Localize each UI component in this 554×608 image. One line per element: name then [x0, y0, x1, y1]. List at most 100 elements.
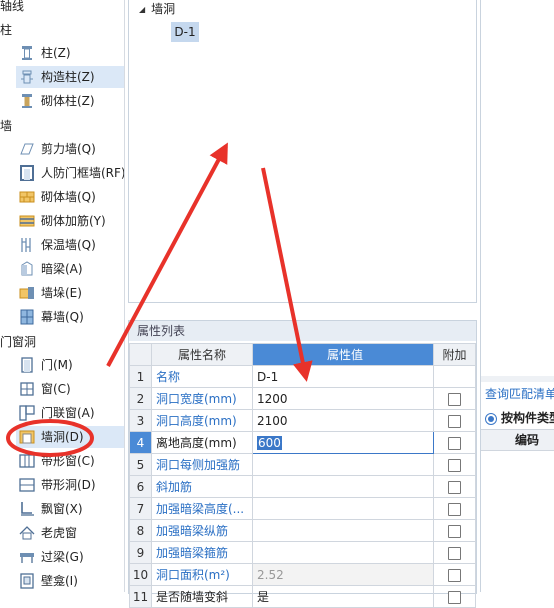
property-name: 洞口宽度(mm)	[151, 387, 253, 410]
column-header-extra[interactable]: 附加	[433, 343, 476, 366]
table-row[interactable]: 9 加强暗梁箍筋	[129, 541, 476, 564]
property-value[interactable]: 1200	[252, 387, 434, 410]
property-value[interactable]: 是	[252, 585, 434, 608]
column-header-name[interactable]: 属性名称	[151, 343, 253, 366]
column-header-index	[129, 343, 152, 366]
shear-wall-icon	[20, 143, 34, 155]
property-name: 是否随墙变斜	[151, 585, 253, 608]
extra-checkbox[interactable]	[448, 502, 461, 516]
property-table: 属性名称 属性值 附加 1 名称 D-1 2 洞口宽度(mm) 1200 3 洞…	[129, 343, 476, 608]
extra-checkbox[interactable]	[448, 524, 461, 538]
property-value[interactable]	[252, 475, 434, 498]
table-row[interactable]: 11 是否随墙变斜 是	[129, 585, 476, 608]
tree-item-lintel[interactable]: 过梁(G)	[16, 546, 124, 568]
row-index: 8	[129, 519, 152, 542]
collapse-triangle-icon[interactable]: ◢	[139, 5, 145, 14]
tree-item-constructional-column[interactable]: 构造柱(Z)	[16, 66, 124, 88]
extra-checkbox[interactable]	[448, 392, 461, 406]
bay-window-icon	[21, 502, 34, 516]
strip-window-icon	[19, 454, 35, 468]
curtain-wall-icon	[20, 309, 34, 325]
tree-item-insulation-wall[interactable]: 保温墙(Q)	[16, 234, 124, 256]
extra-checkbox[interactable]	[448, 458, 461, 472]
property-value[interactable]	[252, 453, 434, 476]
insulation-wall-icon	[21, 238, 31, 252]
code-column-header: 编码	[481, 429, 554, 451]
tree-item-label: 砌体加筋(Y)	[41, 214, 106, 228]
masonry-wall-icon	[19, 191, 35, 203]
property-name: 洞口高度(mm)	[151, 409, 253, 432]
tree-item-door[interactable]: 门(M)	[16, 354, 124, 376]
extra-cell	[433, 563, 476, 586]
tree-item-masonry-column[interactable]: 砌体柱(Z)	[16, 90, 124, 112]
table-row-active[interactable]: 4 离地高度(mm) 600	[129, 431, 476, 454]
property-value[interactable]: 2100	[252, 409, 434, 432]
group-doors-windows-openings[interactable]: 门窗洞	[0, 332, 36, 352]
property-value[interactable]	[252, 519, 434, 542]
tree-item-window[interactable]: 窗(C)	[16, 378, 124, 400]
group-column[interactable]: 柱	[0, 20, 12, 40]
table-row[interactable]: 5 洞口每侧加强筋	[129, 453, 476, 476]
tree-item-wall-opening[interactable]: 墙洞(D)	[16, 426, 124, 448]
property-value[interactable]	[252, 497, 434, 520]
extra-cell	[433, 409, 476, 432]
tree-item-hidden-beam[interactable]: 暗梁(A)	[16, 258, 124, 280]
selected-value-text[interactable]: 600	[257, 435, 282, 450]
extra-cell	[433, 365, 476, 388]
tree-item-civil-defense-wall[interactable]: 人防门框墙(RF)	[16, 162, 124, 184]
tree-node-label: 墙洞	[151, 2, 176, 16]
lintel-icon	[20, 553, 34, 563]
tree-item-label: 柱(Z)	[41, 46, 71, 60]
table-row[interactable]: 8 加强暗梁纵筋	[129, 519, 476, 542]
extra-cell	[433, 585, 476, 608]
tree-item-column[interactable]: 柱(Z)	[16, 42, 124, 64]
table-header-row: 属性名称 属性值 附加	[129, 343, 476, 366]
tree-item-curtain-wall[interactable]: 幕墙(Q)	[16, 306, 124, 328]
group-axis[interactable]: 轴线	[0, 0, 24, 16]
table-row[interactable]: 6 斜加筋	[129, 475, 476, 498]
tree-item-wall-pier[interactable]: 墙垛(E)	[16, 282, 124, 304]
extra-checkbox[interactable]	[448, 546, 461, 560]
extra-cell	[433, 541, 476, 564]
tree-item-strip-window[interactable]: 带形窗(C)	[16, 450, 124, 472]
extra-checkbox[interactable]	[448, 568, 461, 582]
property-value[interactable]: D-1	[252, 365, 434, 388]
property-panel-title: 属性列表	[129, 321, 476, 341]
table-row[interactable]: 3 洞口高度(mm) 2100	[129, 409, 476, 432]
tree-item-shear-wall[interactable]: 剪力墙(Q)	[16, 138, 124, 160]
tree-item-label: 带形窗(C)	[41, 454, 95, 468]
tree-node-d1[interactable]: D-1	[171, 22, 199, 42]
by-component-type-option[interactable]: 按构件类型	[485, 409, 554, 426]
table-row[interactable]: 1 名称 D-1	[129, 365, 476, 388]
table-row[interactable]: 2 洞口宽度(mm) 1200	[129, 387, 476, 410]
extra-cell	[433, 475, 476, 498]
extra-checkbox[interactable]	[448, 480, 461, 494]
tree-item-bay-window[interactable]: 飘窗(X)	[16, 498, 124, 520]
property-value-editor[interactable]: 600	[252, 431, 434, 454]
table-row[interactable]: 10 洞口面积(m²) 2.52	[129, 563, 476, 586]
tree-item-label: 保温墙(Q)	[41, 238, 96, 252]
query-match-title[interactable]: 查询匹配清单	[485, 385, 554, 402]
extra-cell	[433, 453, 476, 476]
extra-checkbox[interactable]	[448, 590, 461, 604]
tree-item-door-window[interactable]: 门联窗(A)	[16, 402, 124, 424]
tree-item-strip-opening[interactable]: 带形洞(D)	[16, 474, 124, 496]
column-header-value[interactable]: 属性值	[252, 343, 434, 366]
row-index: 11	[129, 585, 152, 608]
tree-item-dormer-window[interactable]: 老虎窗	[16, 522, 124, 544]
tree-item-label: 窗(C)	[41, 382, 71, 396]
tree-node-wall-opening[interactable]: ◢ 墙洞	[139, 0, 175, 18]
group-wall[interactable]: 墙	[0, 116, 12, 136]
property-name: 斜加筋	[151, 475, 253, 498]
property-value[interactable]	[252, 541, 434, 564]
tree-item-niche[interactable]: 壁龛(I)	[16, 570, 124, 592]
extra-cell	[433, 519, 476, 542]
tree-item-masonry-wall[interactable]: 砌体墙(Q)	[16, 186, 124, 208]
tree-item-masonry-reinforcement[interactable]: 砌体加筋(Y)	[16, 210, 124, 232]
extra-checkbox[interactable]	[448, 436, 461, 450]
extra-checkbox[interactable]	[448, 414, 461, 428]
column-header-text: 编码	[514, 433, 539, 447]
radio-selected-icon[interactable]	[485, 412, 497, 425]
table-row[interactable]: 7 加强暗梁高度(...	[129, 497, 476, 520]
component-tree-sidebar: 轴线 柱 柱(Z) 构造柱(Z) 砌体柱(Z) 墙 剪力墙(Q) 人防门框墙(R…	[0, 0, 125, 592]
